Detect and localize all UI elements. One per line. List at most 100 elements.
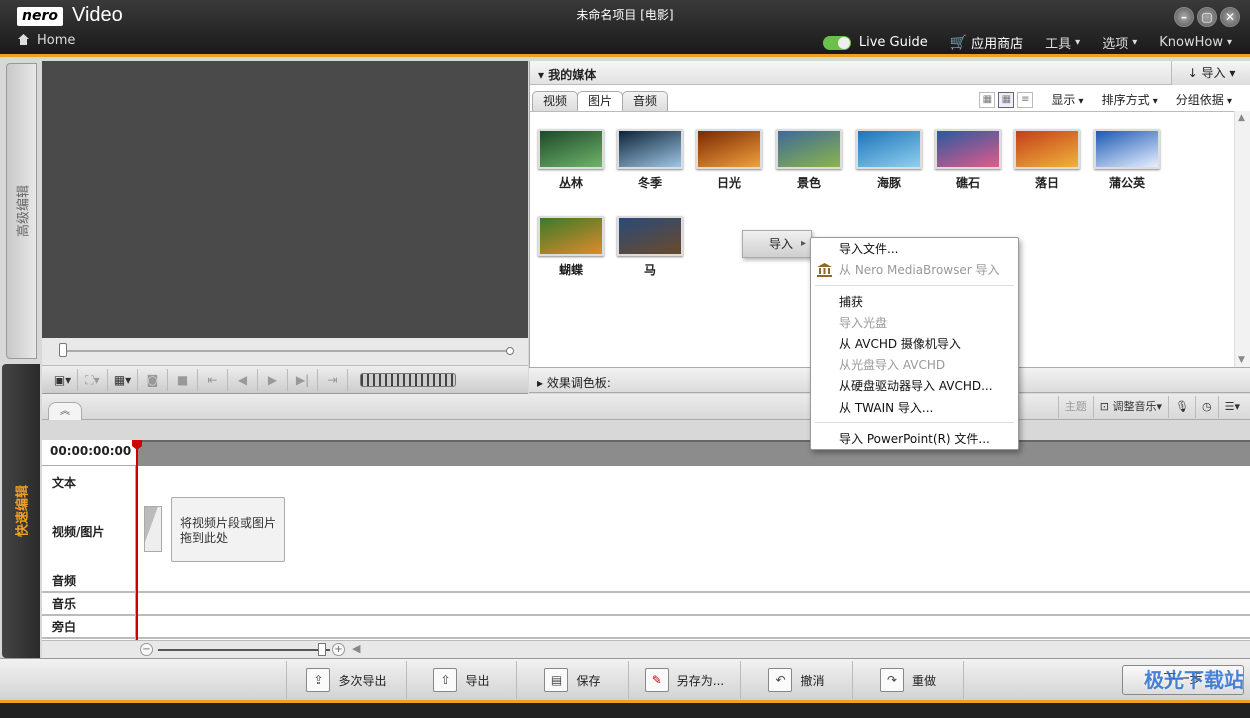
advanced-editing-tab[interactable]: 高级编辑	[6, 63, 37, 359]
display-menu[interactable]: 显示	[1051, 91, 1083, 108]
status-strip	[0, 700, 1250, 718]
ruler-strip[interactable]	[136, 440, 1250, 466]
scroll-left-icon[interactable]: ◀	[352, 642, 360, 655]
aspect-button[interactable]: ▦▾	[108, 368, 138, 391]
options-menu[interactable]: 选项	[1102, 33, 1137, 52]
playhead[interactable]	[136, 441, 138, 657]
preview-position-slider[interactable]	[42, 338, 528, 366]
thumbnail-image	[696, 129, 762, 169]
close-button[interactable]: ✕	[1220, 7, 1240, 27]
timeline-zoom-bar: − + ◀	[42, 640, 1250, 658]
effects-title-label: 效果调色板:	[546, 376, 611, 390]
zoom-in-icon[interactable]: +	[332, 643, 345, 656]
microphone-icon[interactable]: 🎙	[1168, 396, 1195, 418]
tools-menu[interactable]: 工具	[1045, 33, 1080, 52]
zoom-track[interactable]	[158, 649, 330, 651]
large-icons-icon[interactable]: ▦	[979, 91, 996, 108]
track-divider	[42, 637, 1250, 639]
media-tools: ▦ ▦ ≡ 显示 排序方式 分组依据	[979, 91, 1232, 108]
player-controls: ▣▾ ⛶▾ ▦▾ ◙ ■ ⇤ ◀ ▶ ▶| ⇥	[42, 366, 528, 394]
settings-icon[interactable]: ☰▾	[1217, 396, 1246, 418]
save-as-button[interactable]: ✎ 另存为...	[628, 661, 740, 699]
display-mode-button[interactable]: ▣▾	[48, 368, 78, 391]
import-avchd-disc-item[interactable]: 从光盘导入 AVCHD	[839, 356, 945, 373]
scroll-down-icon[interactable]: ▼	[1238, 355, 1245, 365]
media-thumbnail[interactable]: 日光	[696, 129, 762, 191]
sort-menu[interactable]: 排序方式	[1102, 91, 1158, 108]
import-avchd-camera-item[interactable]: 从 AVCHD 摄像机导入	[839, 335, 961, 352]
next-frame-icon[interactable]: ▶|	[288, 368, 318, 391]
multi-export-label: 多次导出	[338, 673, 387, 688]
play-icon[interactable]: ▶	[258, 368, 288, 391]
tab-video[interactable]: 视频	[532, 91, 579, 111]
import-label: 导入	[1201, 66, 1226, 80]
import-powerpoint-item[interactable]: 导入 PowerPoint(R) 文件...	[839, 430, 990, 447]
timer-icon[interactable]: ◷	[1195, 396, 1218, 418]
media-thumbnail[interactable]: 海豚	[856, 129, 922, 191]
zoom-thumb[interactable]	[318, 643, 326, 656]
tab-pictures[interactable]: 图片	[577, 91, 624, 111]
adjust-music-label: 调整音乐	[1112, 400, 1157, 413]
import-disc-item[interactable]: 导入光盘	[839, 314, 887, 331]
group-menu[interactable]: 分组依据	[1176, 91, 1232, 108]
export-button[interactable]: ⇧ 导出	[406, 661, 516, 699]
thumbnail-label: 冬季	[637, 176, 662, 190]
app-store-link[interactable]: 🛒 应用商店	[950, 33, 1023, 53]
context-menu-import[interactable]: 导入	[742, 230, 812, 258]
stop-icon[interactable]: ■	[168, 368, 198, 391]
minimize-button[interactable]: –	[1174, 7, 1194, 27]
capture-item[interactable]: 捕获	[839, 293, 863, 310]
import-avchd-hdd-item[interactable]: 从硬盘驱动器导入 AVCHD...	[839, 377, 993, 394]
drop-zone[interactable]: 将视频片段或图片拖到此处	[171, 497, 285, 562]
import-mediabrowser-item[interactable]: 从 Nero MediaBrowser 导入	[839, 261, 999, 278]
thumbnail-label: 日光	[716, 176, 741, 190]
view-buttons: ▦ ▦ ≡	[979, 91, 1034, 108]
menu-separator	[815, 422, 1014, 423]
tab-audio[interactable]: 音频	[622, 91, 669, 111]
thumbnail-image	[538, 216, 604, 256]
slider-track	[62, 350, 510, 352]
media-thumbnail[interactable]: 蒲公英	[1094, 129, 1160, 191]
scroll-up-icon[interactable]: ▲	[1238, 113, 1245, 123]
media-thumbnail[interactable]: 冬季	[617, 129, 683, 191]
import-twain-item[interactable]: 从 TWAIN 导入...	[839, 399, 933, 416]
go-end-icon[interactable]: ⇥	[318, 368, 348, 391]
media-title[interactable]: ▾ 我的媒体	[538, 66, 596, 83]
prev-frame-icon[interactable]: ◀	[228, 368, 258, 391]
live-guide-toggle[interactable]: Live Guide	[822, 35, 928, 50]
drop-stripe	[144, 506, 162, 552]
collapse-icon[interactable]: ︽	[48, 402, 82, 420]
track-narration-label: 旁白	[52, 620, 77, 634]
media-thumbnail[interactable]: 蝴蝶	[538, 216, 604, 278]
multi-export-button[interactable]: ⇪ 多次导出	[286, 661, 406, 699]
adjust-music-button[interactable]: ⊡ 调整音乐▾	[1092, 396, 1168, 418]
media-thumbnail[interactable]: 马	[617, 216, 683, 278]
undo-button[interactable]: ↶ 撤消	[740, 661, 852, 699]
snapshot-icon[interactable]: ◙	[138, 368, 168, 391]
redo-label: 重做	[911, 673, 936, 688]
quick-editing-tab[interactable]: 快速编辑	[2, 364, 40, 658]
maximize-button[interactable]: ▢	[1197, 7, 1217, 27]
media-browser-icon	[817, 263, 832, 277]
save-button[interactable]: ▤ 保存	[516, 661, 628, 699]
media-thumbnail[interactable]: 礁石	[935, 129, 1001, 191]
media-scrollbar[interactable]: ▲ ▼	[1234, 111, 1250, 367]
import-files-item[interactable]: 导入文件...	[839, 240, 898, 257]
slider-thumb[interactable]	[59, 343, 67, 357]
jog-shuttle[interactable]	[360, 372, 456, 387]
fullscreen-button[interactable]: ⛶▾	[78, 368, 108, 391]
import-button[interactable]: ↓ 导入 ▾	[1171, 61, 1250, 85]
theme-button[interactable]: 主题	[1057, 396, 1093, 418]
timeline-tools: 主题 ⊡ 调整音乐▾ 🎙 ◷ ☰▾	[1057, 396, 1246, 418]
knowhow-menu[interactable]: KnowHow	[1159, 35, 1232, 50]
thumbnail-image	[538, 129, 604, 169]
media-thumbnail[interactable]: 丛林	[538, 129, 604, 191]
media-thumbnail[interactable]: 景色	[776, 129, 842, 191]
redo-button[interactable]: ↷ 重做	[852, 661, 964, 699]
media-thumbnail[interactable]: 落日	[1014, 129, 1080, 191]
go-start-icon[interactable]: ⇤	[198, 368, 228, 391]
home-link[interactable]: Home	[18, 33, 75, 48]
zoom-out-icon[interactable]: −	[140, 643, 153, 656]
list-view-icon[interactable]: ≡	[1017, 91, 1034, 108]
small-icons-icon[interactable]: ▦	[998, 91, 1015, 108]
